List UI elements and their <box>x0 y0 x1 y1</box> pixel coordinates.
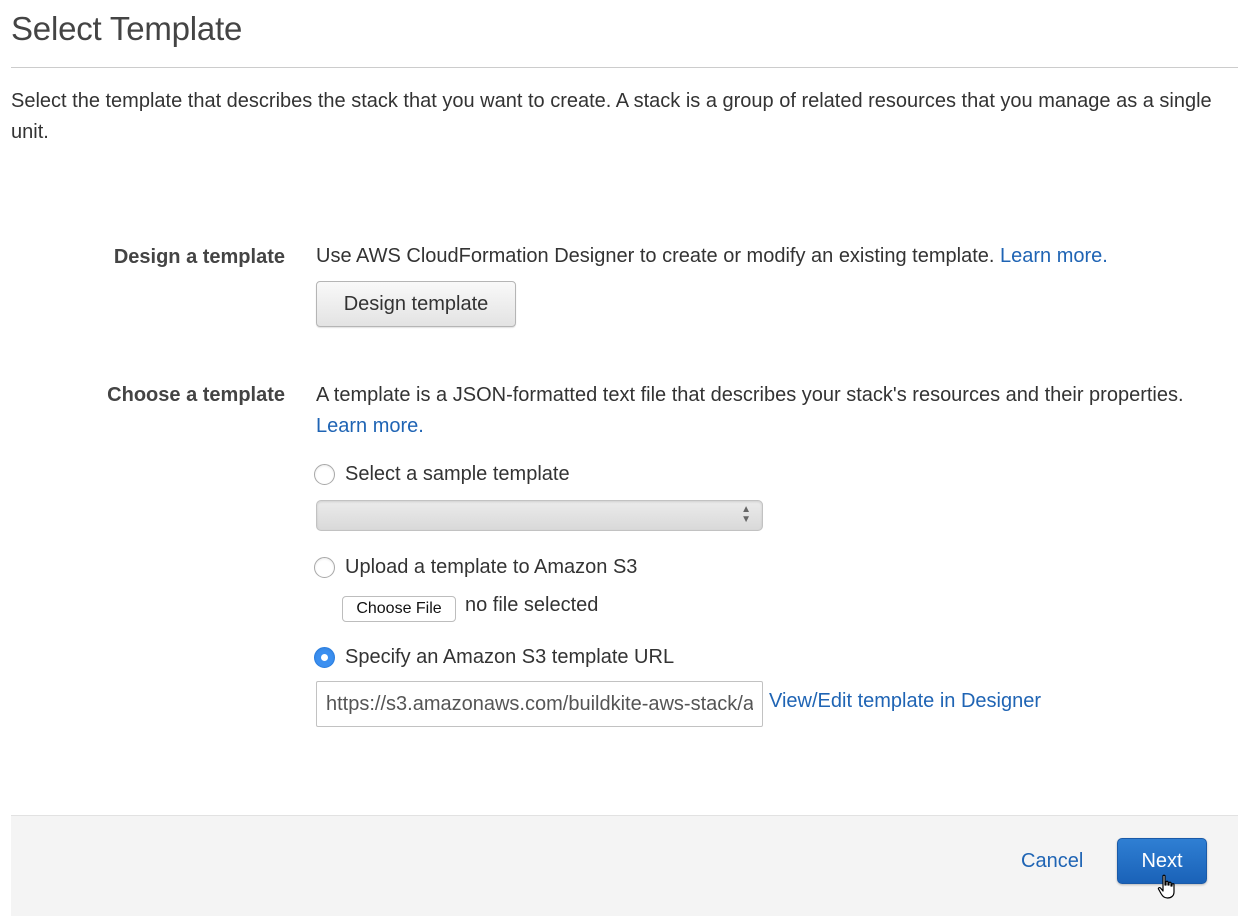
view-edit-designer-link[interactable]: View/Edit template in Designer <box>769 690 1041 713</box>
choose-template-description: A template is a JSON-formatted text file… <box>316 380 1196 442</box>
upload-template-radio[interactable] <box>314 556 335 578</box>
sample-template-radio[interactable] <box>314 463 335 485</box>
template-url-radio[interactable] <box>314 646 335 668</box>
template-url-option[interactable]: Specify an Amazon S3 template URL <box>314 644 674 670</box>
next-button[interactable]: Next <box>1117 838 1207 884</box>
title-divider <box>11 67 1238 68</box>
design-learn-more-link[interactable]: Learn more. <box>1000 245 1108 267</box>
updown-arrows-icon: ▲ ▼ <box>741 504 751 525</box>
sample-template-option[interactable]: Select a sample template <box>314 461 570 487</box>
sample-template-label: Select a sample template <box>345 462 570 485</box>
page-title: Select Template <box>11 10 243 47</box>
design-template-description: Use AWS CloudFormation Designer to creat… <box>316 241 1226 272</box>
template-url-label: Specify an Amazon S3 template URL <box>345 645 675 668</box>
choose-file-button[interactable]: Choose File <box>342 596 456 622</box>
template-url-input[interactable] <box>316 681 763 727</box>
choose-template-label: Choose a template <box>107 384 285 406</box>
cancel-button[interactable]: Cancel <box>1021 850 1083 873</box>
upload-template-option[interactable]: Upload a template to Amazon S3 <box>314 554 637 580</box>
upload-template-label: Upload a template to Amazon S3 <box>345 555 638 578</box>
intro-text: Select the template that describes the s… <box>11 90 1212 143</box>
choose-description-text: A template is a JSON-formatted text file… <box>316 384 1184 406</box>
file-status-text: no file selected <box>465 594 599 616</box>
choose-learn-more-link[interactable]: Learn more. <box>316 415 424 437</box>
design-template-button[interactable]: Design template <box>316 281 516 327</box>
select-template-page: Select Template Select the template that… <box>0 0 1254 916</box>
design-description-text: Use AWS CloudFormation Designer to creat… <box>316 245 995 267</box>
sample-template-select[interactable]: ▲ ▼ <box>316 500 763 531</box>
design-template-label: Design a template <box>113 246 285 268</box>
